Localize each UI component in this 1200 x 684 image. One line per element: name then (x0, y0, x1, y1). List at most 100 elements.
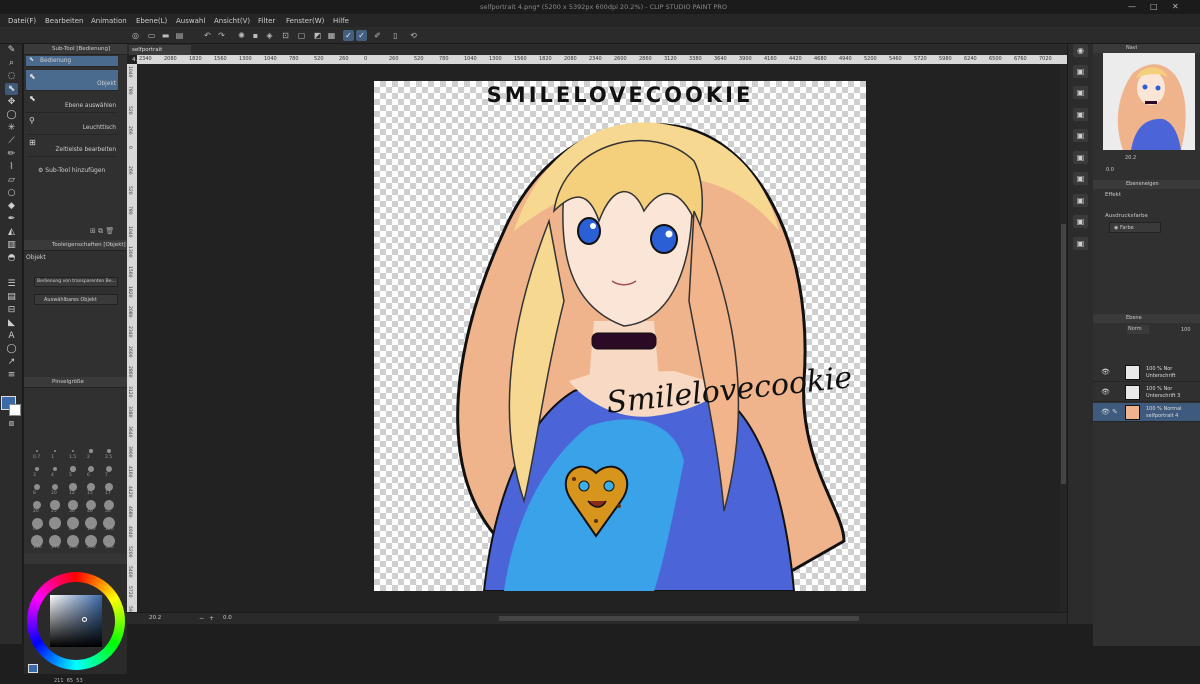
vertical-scroll-thumb[interactable] (1061, 224, 1066, 484)
save-icon[interactable]: ▤ (174, 30, 185, 41)
brush-size-grid[interactable]: 0.7 1 1.5 2 2.5 3 4 5 6 7 8 10 12 15 17 20 25 30 40 50 60 70 8… (28, 442, 120, 550)
material-folder-icon[interactable]: ▣ (1073, 129, 1088, 142)
snap-ruler-icon[interactable]: ✓ (343, 30, 354, 41)
layer-opacity[interactable]: 100 (1181, 327, 1191, 333)
lasso-tool-icon[interactable]: ◯ (5, 109, 18, 121)
gradient-icon[interactable]: ◩ (312, 30, 323, 41)
vertical-scrollbar[interactable] (1060, 64, 1067, 612)
material-folder-icon[interactable]: ▣ (1073, 172, 1088, 185)
undo-icon[interactable]: ↶ (202, 30, 213, 41)
transparent-color-icon[interactable]: ▧ (5, 418, 18, 430)
artwork-canvas[interactable]: SMILELOVECOOKIE Smilelovecookie (374, 81, 866, 591)
zoom-tool-icon[interactable]: ⌕ (5, 57, 18, 69)
eyedropper-icon[interactable]: ⟋ (5, 135, 18, 147)
menu-ebene[interactable]: Ebene(L) (136, 17, 167, 25)
zoom-in-icon[interactable]: + (209, 615, 214, 622)
eye-icon[interactable]: 👁 (1101, 368, 1110, 376)
subtool-tab-bedienung[interactable]: ⬉ Bedienung (26, 56, 118, 67)
subtool-footer-icons[interactable]: ⊞ ⧉ 🗑 (90, 227, 114, 236)
maximize-button[interactable]: □ (1150, 2, 1158, 11)
redo-icon[interactable]: ↷ (216, 30, 227, 41)
brush-size-dot[interactable] (34, 466, 40, 472)
add-subtool-button[interactable]: ⚙ Sub-Tool hinzufügen (38, 167, 105, 174)
blend-mode-dropdown[interactable]: Norm (1127, 325, 1149, 334)
pencil-icon[interactable]: ✏ (5, 148, 18, 160)
material-folder-icon[interactable]: ▣ (1073, 237, 1088, 250)
menu-datei[interactable]: Datei(F) (8, 17, 36, 25)
status-rotate[interactable]: 0.0 (223, 615, 232, 621)
subtool-objekt[interactable]: ⬉ Objekt (26, 70, 118, 91)
brush-size-dot[interactable] (71, 449, 75, 453)
horizontal-scroll-thumb[interactable] (499, 616, 859, 621)
transparent-operation-dropdown[interactable]: Bedienung von transparenten Be... (34, 277, 118, 287)
snap-special-icon[interactable]: ✓ (356, 30, 367, 41)
navigator-rotate[interactable]: 0.0 (1106, 167, 1114, 173)
magic-wand-icon[interactable]: ✳ (5, 122, 18, 134)
material-folder-icon[interactable]: ▣ (1073, 108, 1088, 121)
fill-tool-icon[interactable]: ◆ (5, 200, 18, 212)
material-folder-icon[interactable]: ▣ (1073, 194, 1088, 207)
brush-size-dot[interactable] (87, 483, 95, 491)
status-zoom[interactable]: 20.2 (149, 615, 161, 621)
menu-fenster[interactable]: Fenster(W) (286, 17, 324, 25)
brush-icon[interactable]: ⌇ (5, 161, 18, 173)
brush-size-dot[interactable] (36, 450, 38, 452)
subtool-zeitleiste[interactable]: ⊞ Zeitleiste bearbeiten (26, 136, 118, 157)
clear-icon[interactable]: ▪ (250, 30, 261, 41)
corner-icon[interactable]: ◣ (5, 317, 18, 329)
material-folder-icon[interactable]: ▣ (1073, 215, 1088, 228)
subtool-leuchttisch[interactable]: ⚲ Leuchttisch (26, 114, 118, 135)
expression-dropdown[interactable]: ◉ Farbe (1109, 222, 1161, 233)
brush-size-dot[interactable] (52, 466, 58, 472)
balloon-tool-icon[interactable]: ◯ (5, 343, 18, 355)
correct-line-icon[interactable]: ↗ (5, 356, 18, 368)
operation-tool-icon[interactable]: ⬉ (5, 83, 18, 95)
brush-size-dot[interactable] (53, 449, 57, 453)
frame-tool-icon[interactable]: ⊟ (5, 304, 18, 316)
minimize-button[interactable]: — (1128, 2, 1136, 11)
clear-selection-icon[interactable]: ✺ (236, 30, 247, 41)
menu-animation[interactable]: Animation (91, 17, 127, 25)
brush-size-dot[interactable] (89, 449, 93, 453)
current-color-chip[interactable] (28, 664, 38, 673)
ruler-tool-icon[interactable]: ▤ (5, 291, 18, 303)
subtool-ebene-auswaehlen[interactable]: ⬉ Ebene auswählen (26, 92, 118, 113)
new-icon[interactable]: ▭ (146, 30, 157, 41)
pen-tool-icon[interactable]: ✎ (5, 44, 18, 56)
device-icon[interactable]: ▯ (390, 30, 401, 41)
sub-color-swatch[interactable] (9, 404, 21, 416)
menu-ansicht[interactable]: Ansicht(V) (214, 17, 250, 25)
brush-size-dot[interactable] (105, 465, 113, 473)
fill-icon[interactable]: ◈ (264, 30, 275, 41)
color-picker-cursor[interactable] (82, 617, 87, 622)
gradient-tool-icon[interactable]: ▥ (5, 239, 18, 251)
saturation-value-square[interactable] (50, 595, 102, 647)
selection-icon[interactable]: ▦ (326, 30, 337, 41)
move-tool-icon[interactable]: ✥ (5, 96, 18, 108)
eraser-icon[interactable]: ▱ (5, 174, 18, 186)
layer-row[interactable]: 👁 100 % Nor Unterschrift 3 (1093, 383, 1200, 402)
eye-icon[interactable]: 👁 (1101, 408, 1110, 416)
transform-icon[interactable]: ⊡ (280, 30, 291, 41)
navigator-preview[interactable] (1103, 53, 1195, 150)
document-tab[interactable]: selfportrait 4.png*✕ (129, 45, 191, 63)
color-tabs[interactable] (24, 554, 127, 564)
brush-size-dot[interactable] (70, 466, 76, 472)
app-icon[interactable]: ◎ (130, 30, 141, 41)
close-button[interactable]: ✕ (1172, 2, 1179, 11)
brush-size-dot[interactable] (107, 449, 111, 453)
brush-size-dot[interactable] (88, 466, 94, 472)
figure-tool-icon[interactable]: ☰ (5, 278, 18, 290)
rotate-tool-icon[interactable]: ◌ (5, 70, 18, 82)
bucket-icon[interactable]: ◭ (5, 226, 18, 238)
material-folder-icon[interactable]: ▣ (1073, 86, 1088, 99)
selectable-object-dropdown[interactable]: Auswählbares Objekt (34, 294, 118, 305)
menu-filter[interactable]: Filter (258, 17, 275, 25)
text-tool-icon[interactable]: A (5, 330, 18, 342)
brush-size-dot[interactable] (33, 483, 41, 491)
blend-tool-icon[interactable]: ◓ (5, 252, 18, 264)
material-folder-icon[interactable]: ▣ (1073, 151, 1088, 164)
crop-icon[interactable]: ▢ (296, 30, 307, 41)
decoration-icon[interactable]: ✒ (5, 213, 18, 225)
brush-size-dot[interactable] (51, 483, 59, 491)
